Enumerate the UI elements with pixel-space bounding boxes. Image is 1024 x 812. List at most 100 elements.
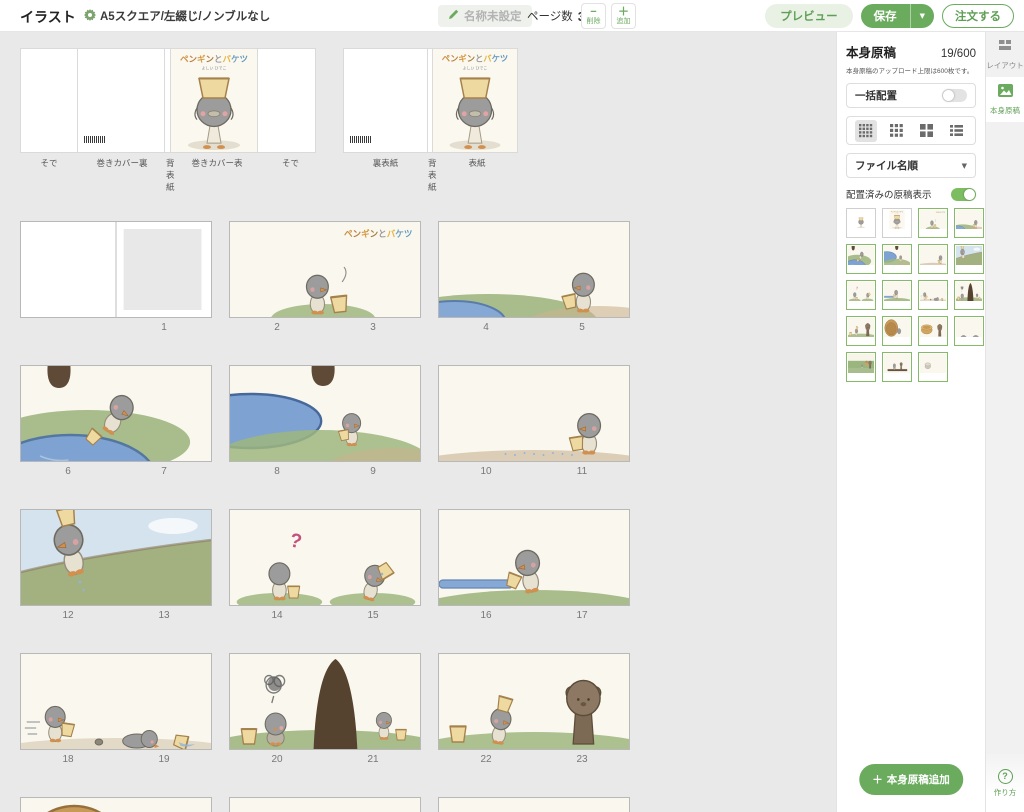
manuscript-thumb[interactable] bbox=[846, 208, 876, 238]
spread-block: 1011 bbox=[438, 365, 630, 480]
spread[interactable] bbox=[438, 221, 630, 318]
add-manuscript-button[interactable]: ＋ 本身原稿追加 bbox=[859, 764, 963, 795]
spread[interactable] bbox=[20, 797, 212, 812]
cover-panel-label: 背表紙 bbox=[166, 157, 173, 193]
cover-panel-barcode[interactable] bbox=[343, 48, 428, 153]
preview-button[interactable]: プレビュー bbox=[765, 4, 853, 28]
bulk-place-toggle[interactable] bbox=[942, 89, 967, 102]
right-rail: レイアウト本身原稿 ? 作り方 bbox=[985, 32, 1024, 812]
spread-block: 2021 bbox=[229, 653, 421, 768]
spread[interactable] bbox=[20, 365, 212, 462]
manuscript-thumb[interactable] bbox=[954, 280, 984, 310]
cover-panel-label: 巻きカバー裏 bbox=[78, 157, 166, 193]
cover-panel-blank[interactable] bbox=[257, 48, 316, 153]
project-name-button[interactable]: 名称未設定 bbox=[438, 5, 532, 27]
save-dropdown-caret[interactable]: ▼ bbox=[910, 4, 934, 28]
plus-icon: ＋ bbox=[618, 7, 629, 17]
spread-block: 1 bbox=[20, 221, 212, 336]
size-list-icon[interactable] bbox=[945, 120, 967, 142]
manuscript-thumb[interactable] bbox=[846, 352, 876, 382]
page-number: 14 bbox=[229, 610, 325, 621]
manuscript-thumb[interactable]: ペンギンとバケツ bbox=[918, 208, 948, 238]
delete-pages-button[interactable]: − 削除 bbox=[581, 3, 606, 29]
spread-block: 1617 bbox=[438, 509, 630, 624]
manuscript-thumb[interactable] bbox=[918, 316, 948, 346]
spread[interactable]: ? bbox=[229, 509, 421, 606]
add-pages-button[interactable]: ＋ 追加 bbox=[611, 3, 636, 29]
spread-block: ?1415 bbox=[229, 509, 421, 624]
spread-block: 67 bbox=[20, 365, 212, 480]
size-small-grid-icon[interactable] bbox=[855, 120, 877, 142]
svg-text:ペンギンとバケツ: ペンギンとバケツ bbox=[180, 54, 248, 64]
manuscript-thumb[interactable] bbox=[846, 316, 876, 346]
cover-panel-art[interactable]: ペンギンとバケツよしい ひでこ bbox=[170, 48, 258, 153]
manuscript-thumb[interactable]: ? bbox=[846, 280, 876, 310]
manuscript-thumb[interactable] bbox=[882, 352, 912, 382]
rail-tab-manuscript[interactable]: 本身原稿 bbox=[986, 77, 1024, 122]
topbar-actions: プレビュー 保存 ▼ 注文する bbox=[765, 4, 1014, 28]
svg-text:よしい ひでこ: よしい ひでこ bbox=[463, 66, 488, 71]
spread-block: 89 bbox=[229, 365, 421, 480]
cover-panel-label: 巻きカバー表 bbox=[173, 157, 261, 193]
how-to-label: 作り方 bbox=[994, 787, 1017, 798]
save-label[interactable]: 保存 bbox=[861, 8, 910, 24]
spread[interactable] bbox=[20, 509, 212, 606]
spread-block bbox=[438, 797, 630, 812]
spread[interactable] bbox=[438, 653, 630, 750]
cover-spread-group: ペンギンとバケツよしい ひでこ 裏表紙背表紙表紙 bbox=[343, 48, 520, 193]
layout-icon bbox=[998, 38, 1012, 57]
spread[interactable] bbox=[438, 797, 630, 812]
spread[interactable] bbox=[438, 509, 630, 606]
spread[interactable] bbox=[438, 365, 630, 462]
sort-order-select[interactable]: ファイル名順 ▼ bbox=[846, 153, 976, 178]
upload-limit-caption: 本身原稿のアップロード上限は600枚です。 bbox=[846, 65, 976, 75]
gear-icon bbox=[84, 9, 96, 24]
book-format-setting[interactable]: A5スクエア/左綴じ/ノンブルなし bbox=[84, 0, 270, 32]
page-title: イラスト bbox=[20, 7, 76, 27]
page-number: 8 bbox=[229, 466, 325, 477]
manuscript-thumb[interactable] bbox=[882, 280, 912, 310]
cover-panel-label: 裏表紙 bbox=[343, 157, 428, 193]
manuscript-thumb[interactable] bbox=[918, 244, 948, 274]
manuscript-thumb[interactable] bbox=[918, 352, 948, 382]
spread[interactable] bbox=[20, 653, 212, 750]
barcode bbox=[84, 136, 105, 143]
spread[interactable] bbox=[20, 221, 212, 318]
manuscript-thumb[interactable] bbox=[954, 316, 984, 346]
rail-tab-layout[interactable]: レイアウト bbox=[986, 32, 1024, 77]
cover-panel-label: 表紙 bbox=[434, 157, 520, 193]
cover-panel-art[interactable]: ペンギンとバケツよしい ひでこ bbox=[432, 48, 518, 153]
size-medium-grid-icon[interactable] bbox=[885, 120, 907, 142]
manuscript-thumb[interactable] bbox=[954, 244, 984, 274]
manuscript-thumb[interactable] bbox=[882, 244, 912, 274]
cover-panel-barcode[interactable] bbox=[77, 48, 165, 153]
rail-tab-label: 本身原稿 bbox=[990, 105, 1020, 116]
placed-visibility-toggle[interactable] bbox=[951, 188, 976, 201]
manuscript-thumb[interactable] bbox=[846, 244, 876, 274]
sidebar-title: 本身原稿 bbox=[846, 42, 896, 61]
bulk-place-label: 一括配置 bbox=[855, 88, 897, 103]
page-numbers: 1213 bbox=[20, 606, 212, 624]
upload-count: 19/600 bbox=[941, 48, 976, 60]
manuscript-sidebar: 本身原稿 19/600 本身原稿のアップロード上限は600枚です。 一括配置 フ… bbox=[836, 32, 985, 812]
page-number: 3 bbox=[325, 322, 421, 333]
size-large-grid-icon[interactable] bbox=[915, 120, 937, 142]
spread[interactable] bbox=[229, 797, 421, 812]
placed-visibility-label: 配置済みの原稿表示 bbox=[846, 187, 932, 201]
order-button[interactable]: 注文する bbox=[942, 4, 1014, 28]
manuscript-thumb[interactable] bbox=[882, 316, 912, 346]
pencil-icon bbox=[448, 9, 459, 23]
spread-block bbox=[229, 797, 421, 812]
how-to-button[interactable]: ? 作り方 bbox=[986, 754, 1024, 812]
spread[interactable] bbox=[229, 365, 421, 462]
manuscript-thumb[interactable] bbox=[918, 280, 948, 310]
spread[interactable] bbox=[229, 653, 421, 750]
save-button[interactable]: 保存 ▼ bbox=[861, 4, 934, 28]
manuscript-thumb[interactable] bbox=[954, 208, 984, 238]
cover-panel-blank[interactable] bbox=[20, 48, 78, 153]
add-pages-label: 追加 bbox=[617, 17, 631, 26]
manuscript-thumb[interactable]: ペンギンとバケツよしい ひでこ bbox=[882, 208, 912, 238]
spread[interactable]: ペンギンとバケツ bbox=[229, 221, 421, 318]
page-number: 10 bbox=[438, 466, 534, 477]
sort-order-value: ファイル名順 bbox=[855, 158, 918, 173]
